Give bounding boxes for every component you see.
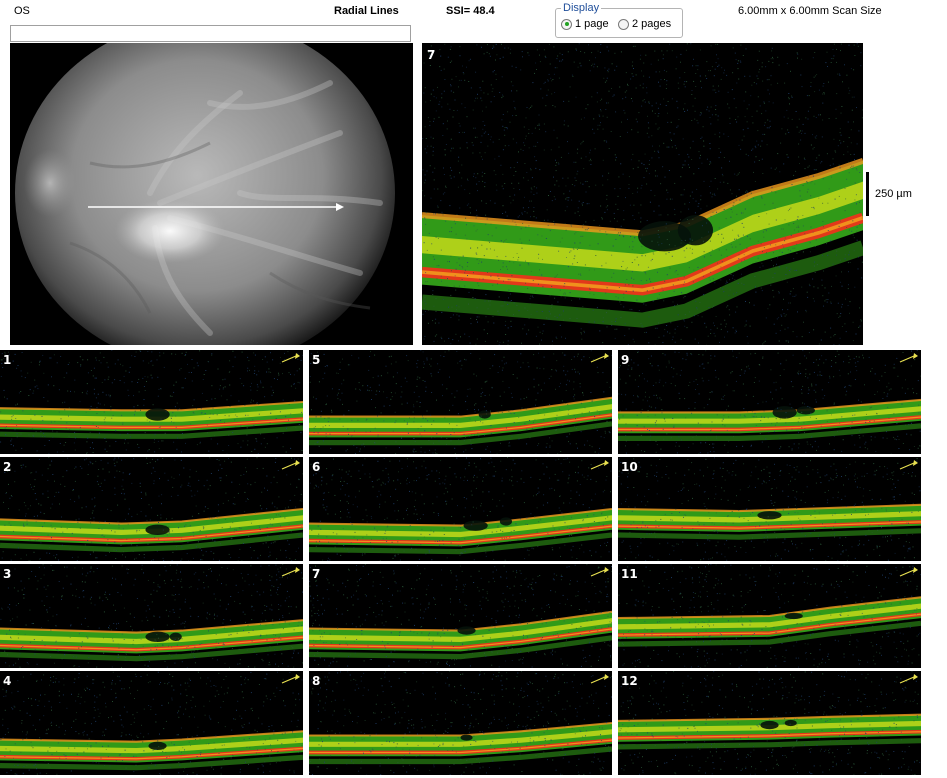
display-option-1-page[interactable]: 1 page xyxy=(561,18,609,30)
orientation-arrow-icon xyxy=(899,460,918,470)
scan-drawing xyxy=(618,457,921,561)
cyst xyxy=(796,406,815,415)
cyst xyxy=(478,410,491,419)
scan-size-label: 6.00mm x 6.00mm Scan Size xyxy=(738,5,882,17)
cyst xyxy=(499,517,513,526)
scan-number: 10 xyxy=(621,460,638,474)
scan-number: 7 xyxy=(312,567,321,581)
speckle-noise xyxy=(309,564,612,668)
orientation-arrow-icon xyxy=(281,567,300,577)
orientation-arrow-icon xyxy=(281,674,300,684)
cyst xyxy=(457,626,476,635)
cyst xyxy=(145,631,170,642)
scale-bar-label: 250 µm xyxy=(875,188,912,200)
scan-drawing xyxy=(0,350,303,454)
scan-thumbnail-8[interactable]: 8 xyxy=(309,671,612,775)
cyst xyxy=(760,720,779,730)
scan-type-label: Radial Lines xyxy=(334,5,399,17)
cyst xyxy=(784,612,803,620)
ssi-label: SSI= 48.4 xyxy=(446,5,495,17)
choroid-layer xyxy=(618,738,921,750)
main-scan-number: 7 xyxy=(427,48,436,62)
scan-drawing xyxy=(309,671,612,775)
scan-thumbnail-9[interactable]: 9 xyxy=(618,350,921,454)
fundus-drawing xyxy=(10,43,413,345)
orientation-arrow-icon xyxy=(899,567,918,577)
scan-number: 4 xyxy=(3,674,12,688)
scan-drawing xyxy=(309,457,612,561)
orientation-arrow-icon xyxy=(899,353,918,363)
cyst xyxy=(463,520,488,531)
scan-drawing xyxy=(618,671,921,775)
cyst xyxy=(148,741,167,751)
cyst xyxy=(677,215,714,246)
display-group: Display 1 page 2 pages xyxy=(555,3,683,38)
scan-drawing xyxy=(618,350,921,454)
cyst xyxy=(757,511,782,520)
scan-thumbnail-10[interactable]: 10 xyxy=(618,457,921,561)
scan-drawing xyxy=(618,564,921,668)
cyst xyxy=(169,632,182,641)
scan-drawing xyxy=(309,564,612,668)
scan-number: 1 xyxy=(3,353,12,367)
scan-thumbnail-2[interactable]: 2 xyxy=(0,457,303,561)
orientation-arrow-icon xyxy=(281,460,300,470)
orientation-arrow-icon xyxy=(590,460,609,470)
scan-drawing xyxy=(0,671,303,775)
scan-thumbnail-1[interactable]: 1 xyxy=(0,350,303,454)
main-scan-drawing xyxy=(422,43,863,345)
scan-number: 12 xyxy=(621,674,638,688)
radio-unselected-icon[interactable] xyxy=(618,18,629,30)
cyst xyxy=(784,719,797,727)
orientation-arrow-icon xyxy=(590,353,609,363)
scan-drawing xyxy=(309,350,612,454)
scan-number: 2 xyxy=(3,460,12,474)
cyst xyxy=(772,406,797,419)
cyst xyxy=(145,524,170,535)
scan-thumbnail-4[interactable]: 4 xyxy=(0,671,303,775)
choroid-layer xyxy=(618,528,921,540)
scan-drawing xyxy=(0,564,303,668)
scan-number: 11 xyxy=(621,567,638,581)
orientation-arrow-icon xyxy=(590,567,609,577)
display-option-label: 1 page xyxy=(575,18,609,30)
scan-number: 8 xyxy=(312,674,321,688)
display-legend: Display xyxy=(561,2,602,14)
cyst xyxy=(145,408,170,421)
scan-thumbnail-12[interactable]: 12 xyxy=(618,671,921,775)
display-option-label: 2 pages xyxy=(632,18,672,30)
scale-bar xyxy=(866,172,869,216)
main-scan-image[interactable]: 7 xyxy=(422,43,863,345)
scan-thumbnail-11[interactable]: 11 xyxy=(618,564,921,668)
orientation-arrow-icon xyxy=(590,674,609,684)
scan-number: 5 xyxy=(312,353,321,367)
scan-number: 9 xyxy=(621,353,630,367)
eye-label: OS xyxy=(14,5,30,17)
scan-number: 3 xyxy=(3,567,12,581)
scan-thumbnail-6[interactable]: 6 xyxy=(309,457,612,561)
scan-thumbnail-7[interactable]: 7 xyxy=(309,564,612,668)
orientation-arrow-icon xyxy=(899,674,918,684)
cyst xyxy=(460,734,473,741)
radio-selected-icon[interactable] xyxy=(561,18,572,30)
scan-thumbnail-3[interactable]: 3 xyxy=(0,564,303,668)
orientation-arrow-icon xyxy=(281,353,300,363)
fundus-title-field xyxy=(10,25,411,42)
scan-number: 6 xyxy=(312,460,321,474)
fundus-image[interactable] xyxy=(10,43,413,345)
display-option-2-pages[interactable]: 2 pages xyxy=(618,18,671,30)
speckle-noise xyxy=(309,350,612,454)
scan-thumbnail-5[interactable]: 5 xyxy=(309,350,612,454)
scan-drawing xyxy=(0,457,303,561)
